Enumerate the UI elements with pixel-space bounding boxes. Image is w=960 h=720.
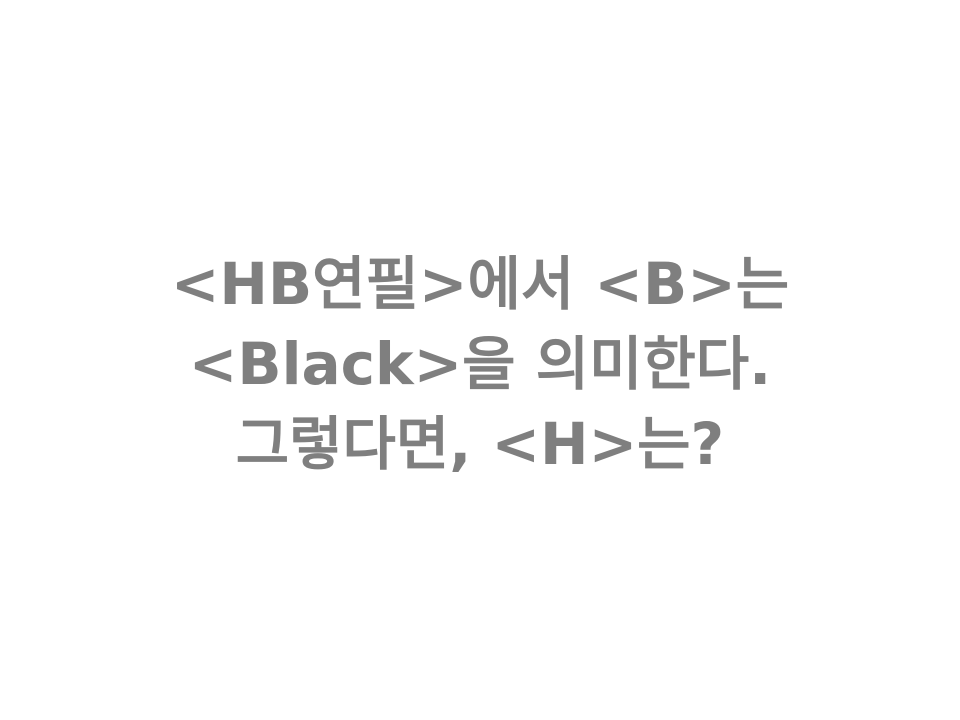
quiz-line-2: <Black>을 의미한다. xyxy=(188,330,772,398)
quiz-line-1: <HB연필>에서 <B>는 xyxy=(170,250,790,318)
quiz-question: <HB연필>에서 <B>는 <Black>을 의미한다. 그렇다면, <H>는? xyxy=(171,244,789,484)
quiz-slide: <HB연필>에서 <B>는 <Black>을 의미한다. 그렇다면, <H>는? xyxy=(0,0,960,720)
quiz-line-3: 그렇다면, <H>는? xyxy=(235,410,725,478)
